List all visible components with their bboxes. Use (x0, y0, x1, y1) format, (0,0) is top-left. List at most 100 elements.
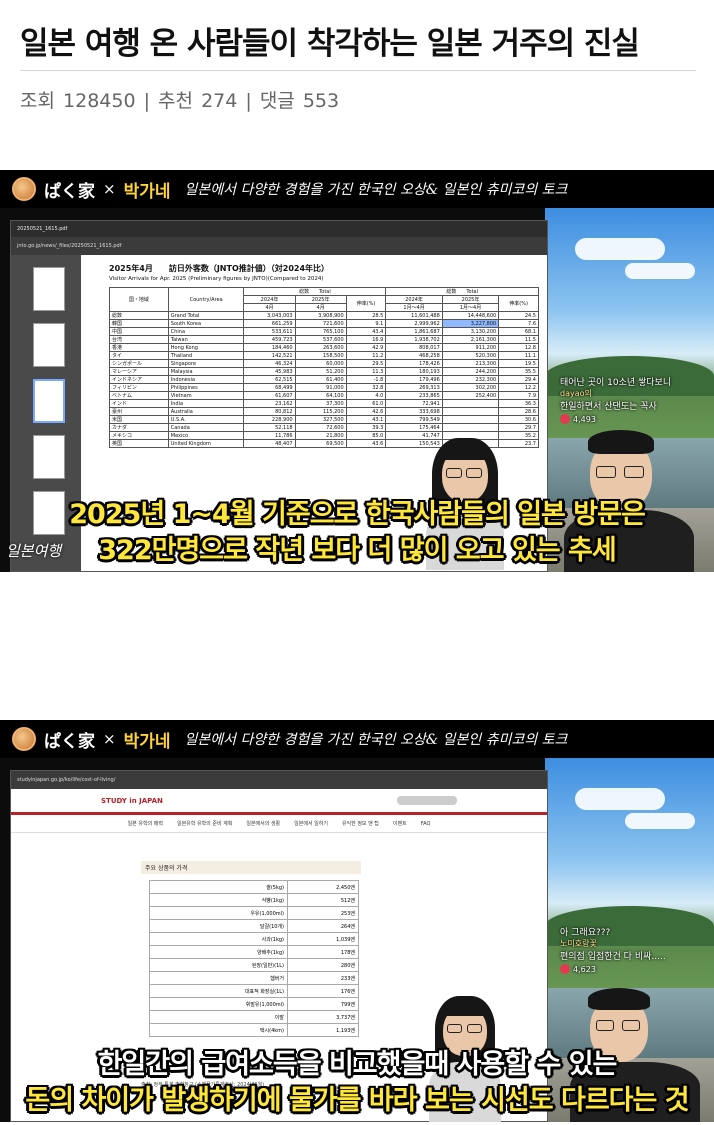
th-growth-ytd: 伸率(%) (498, 295, 539, 312)
price-item: 달걀(10개) (149, 919, 288, 933)
pdf-url[interactable]: jnto.go.jp/news/_files/20250521_1615.pdf (17, 243, 121, 249)
table-cell (441, 415, 500, 424)
table-cell: 327,500 (294, 415, 347, 424)
table-cell: 252,400 (441, 391, 500, 400)
site-search-input[interactable] (397, 796, 457, 805)
table-cell: 3,227,800 (441, 319, 500, 328)
nav-item[interactable]: 유익한 정보 앤 팁 (342, 820, 379, 827)
table-cell: China (167, 327, 245, 336)
table-row: フィリピン Philippines 68,499 91,000 32.8 269,313 3… (109, 383, 539, 392)
table-cell: 英国 (109, 439, 169, 448)
site-nav: 일본 유학의 매력 일본유학 유학의 준비 계획 일본에서의 생활 일본에서 일하기 유… (11, 815, 547, 833)
pdf-thumbnail[interactable] (33, 435, 65, 479)
price-value: 512엔 (287, 893, 359, 907)
table-cell: メキシコ (109, 431, 169, 440)
nav-item[interactable]: 일본유학 유학의 준비 계획 (177, 820, 232, 827)
table-cell: 51,200 (294, 367, 347, 376)
price-item: 된장(일반)(1L) (149, 958, 288, 972)
table-cell: 115,200 (294, 407, 347, 416)
table-cell: 29.4 (498, 375, 539, 384)
site-logo[interactable]: STUDY in JAPAN (101, 797, 163, 805)
price-value: 264엔 (287, 919, 359, 933)
chat-text: 편의점 입점한건 다 비싸..... (560, 952, 666, 962)
table-cell: 765,100 (294, 327, 347, 336)
table-cell: 11,786 (243, 431, 296, 440)
chat-likes: 4,623 (560, 964, 666, 974)
heart-icon (560, 964, 570, 974)
meta-separator: | (245, 90, 252, 112)
table-cell: ベトナム (109, 391, 169, 400)
table-cell: Hong Kong (167, 343, 245, 352)
price-row: 햄버거 233엔 (149, 971, 359, 985)
table-cell: 233,865 (385, 391, 443, 400)
table-cell: 178,426 (385, 359, 443, 368)
table-cell: インド (109, 399, 169, 408)
pdf-thumbnail[interactable] (33, 323, 65, 367)
website-address-bar: studyinjapan.go.jp/ko/life/cost-of-livin… (11, 771, 547, 789)
table-cell: シンガポール (109, 359, 169, 368)
post-meta: 조회 128450 | 추천 274 | 댓글 553 (20, 86, 341, 113)
chat-text: 한일하면서 산댄도는 꼭사 (560, 402, 657, 412)
table-cell: 72,941 (385, 399, 443, 408)
pdf-thumbnail-active[interactable] (33, 379, 65, 423)
table-cell: 韓国 (109, 319, 169, 328)
table-cell: 11,601,488 (385, 311, 443, 320)
table-cell: Philippines (167, 383, 245, 392)
table-cell: 60,000 (294, 359, 347, 368)
pdf-address-bar: jnto.go.jp/news/_files/20250521_1615.pdf (11, 237, 547, 255)
nav-item[interactable]: 일본에서 일하기 (294, 820, 328, 827)
table-cell: Malaysia (167, 367, 245, 376)
table-cell: 2,161,300 (441, 335, 500, 344)
recommend-count: 274 (201, 90, 238, 112)
table-cell: 12.8 (498, 343, 539, 352)
comments-count[interactable]: 553 (303, 90, 339, 112)
table-cell: 180,193 (385, 367, 443, 376)
table-cell: 16.9 (345, 335, 387, 344)
table-row: 米国 U.S.A. 228,900 327,500 43.1 799,549 30.6 (109, 415, 539, 424)
table-cell: 3,043,003 (243, 311, 296, 320)
table-cell: 184,460 (243, 343, 296, 352)
pdf-tab-bar: 20250521_1615.pdf (11, 221, 547, 237)
table-cell: 中国 (109, 327, 169, 336)
price-row: 대표적 화장실(1L) 176엔 (149, 984, 359, 998)
table-cell: 7.9 (498, 391, 539, 400)
table-cell: 12.2 (498, 383, 539, 392)
table-cell: 520,300 (441, 351, 500, 360)
channel-logo-icon (12, 727, 36, 751)
video-screenshot-2: ぱく家 × 박가네 일본에서 다양한 경험을 가진 한국인 오상& 일본인 츄미… (0, 720, 714, 1122)
table-cell: 61.0 (345, 399, 387, 408)
channel-logo-icon (12, 177, 36, 201)
th-2025-ytd: 2025年 (441, 295, 500, 304)
table-cell: 4.0 (345, 391, 387, 400)
price-item: 휘발유(1,000ml) (149, 997, 288, 1011)
caption-line-1: 2025년 1~4월 기준으로 한국사람들의 일본 방문은 (69, 499, 646, 530)
table-cell: 61,400 (294, 375, 347, 384)
nav-item[interactable]: FAQ (421, 821, 431, 827)
chat-username: dayao의 (560, 389, 592, 398)
pdf-tab[interactable]: 20250521_1615.pdf (17, 226, 67, 232)
th-total-ytd: 総数 Total (385, 287, 539, 296)
table-cell: 23,162 (243, 399, 296, 408)
table-cell: 1,861,687 (385, 327, 443, 336)
table-cell: 台湾 (109, 335, 169, 344)
table-cell: マレーシア (109, 367, 169, 376)
site-url[interactable]: studyinjapan.go.jp/ko/life/cost-of-livin… (17, 777, 115, 783)
chat-username: 노미호랑꽃 (560, 939, 597, 948)
pdf-thumbnail[interactable] (33, 267, 65, 311)
nav-item[interactable]: 일본 유학의 매력 (128, 820, 163, 827)
comments-label[interactable]: 댓글 (260, 90, 295, 112)
table-cell: 9.1 (345, 319, 387, 328)
nav-item[interactable]: 이벤트 (393, 820, 407, 827)
table-cell: 80,812 (243, 407, 296, 416)
price-value: 2,450엔 (287, 880, 359, 894)
price-item: 식빵(1kg) (149, 893, 288, 907)
th-region: 国・地域 (109, 287, 169, 312)
price-row: 택시(4km) 1,193엔 (149, 1023, 359, 1037)
recommend-label: 추천 (158, 90, 194, 112)
th-2024: 2024年 (243, 295, 296, 304)
site-header: STUDY in JAPAN (11, 789, 547, 815)
table-cell: 68.1 (498, 327, 539, 336)
table-cell: 64,100 (294, 391, 347, 400)
nav-item[interactable]: 일본에서의 생활 (246, 820, 280, 827)
th-apr: 4月 (294, 303, 347, 312)
